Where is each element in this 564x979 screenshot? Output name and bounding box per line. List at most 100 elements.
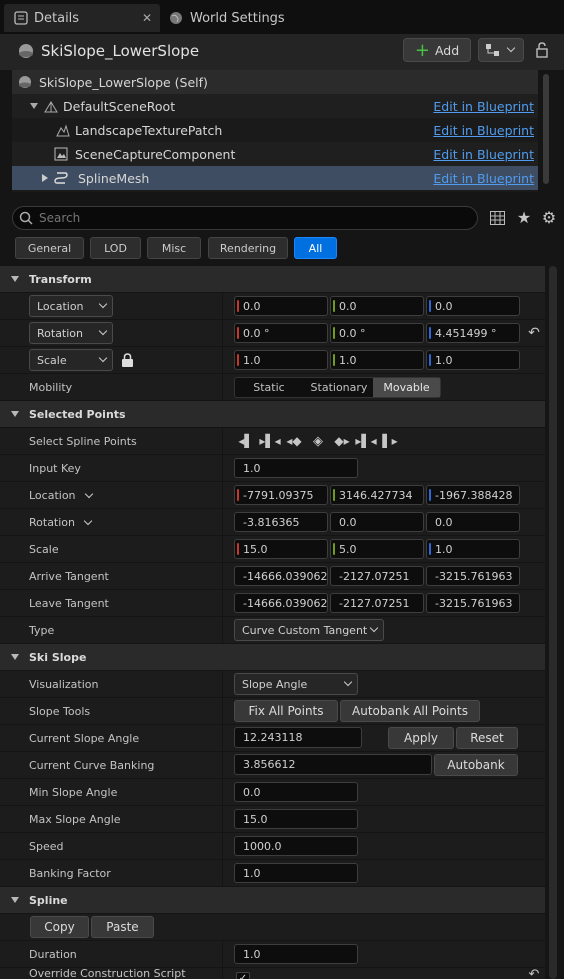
- mobility-stationary[interactable]: Stationary: [305, 378, 373, 397]
- rotation-z-input[interactable]: 4.451499 °: [426, 323, 520, 343]
- filter-misc[interactable]: Misc: [147, 237, 201, 259]
- tree-scrollbar[interactable]: [543, 74, 549, 184]
- lock-icon[interactable]: [121, 353, 134, 367]
- arrive-tangent-x-input[interactable]: -14666.039062: [234, 566, 328, 586]
- filter-general[interactable]: General: [15, 237, 84, 259]
- tree-item-splinemesh[interactable]: SplineMesh Edit in Blueprint: [12, 166, 538, 190]
- duration-field[interactable]: 1.0: [234, 944, 358, 964]
- star-icon[interactable]: ★: [515, 208, 533, 227]
- mobility-movable[interactable]: Movable: [373, 378, 440, 397]
- reset-button[interactable]: Reset: [456, 727, 518, 749]
- tree-item-self[interactable]: SkiSlope_LowerSlope (Self): [12, 70, 538, 94]
- point-type-dropdown[interactable]: Curve Custom Tangent: [234, 619, 384, 641]
- landscape-patch-icon: [56, 124, 70, 137]
- reset-to-default-icon[interactable]: ↶: [526, 324, 542, 342]
- search-input[interactable]: [39, 209, 459, 227]
- rotation-x-input[interactable]: 0.0 °: [234, 323, 328, 343]
- prop-label[interactable]: Rotation: [29, 509, 93, 536]
- leave-tangent-y-input[interactable]: -2127.07251: [330, 593, 424, 613]
- leave-tangent-x-input[interactable]: -14666.039062: [234, 593, 328, 613]
- current-curve-banking-field[interactable]: 3.856612: [234, 754, 432, 775]
- point-scale-y-input[interactable]: 5.0: [330, 539, 424, 559]
- section-transform[interactable]: Transform: [0, 265, 545, 292]
- fix-all-points-button[interactable]: Fix All Points: [234, 700, 338, 722]
- visualization-dropdown[interactable]: Slope Angle: [234, 673, 358, 695]
- tree-item-landscapetexturepatch[interactable]: LandscapeTexturePatch Edit in Blueprint: [12, 118, 538, 142]
- collapse-arrow-icon[interactable]: [11, 897, 19, 903]
- add-next-point-icon[interactable]: ◆▸: [332, 433, 352, 449]
- location-y-input[interactable]: 0.0: [330, 296, 424, 316]
- reset-to-default-icon[interactable]: ↶: [526, 968, 542, 979]
- tree-item-defaultsceneroot[interactable]: DefaultSceneRoot Edit in Blueprint: [12, 94, 538, 118]
- rotation-y-input[interactable]: 0.0 °: [330, 323, 424, 343]
- arrive-tangent-y-input[interactable]: -2127.07251: [330, 566, 424, 586]
- gear-icon[interactable]: ⚙: [540, 208, 558, 227]
- section-spline[interactable]: Spline: [0, 886, 545, 913]
- paste-button[interactable]: Paste: [91, 916, 154, 938]
- section-selected-points[interactable]: Selected Points: [0, 400, 545, 427]
- location-mode-dropdown[interactable]: Location: [29, 295, 113, 317]
- add-button[interactable]: + Add: [403, 38, 471, 62]
- prop-label: Slope Tools: [29, 705, 91, 718]
- autobank-all-points-button[interactable]: Autobank All Points: [340, 700, 480, 722]
- details-scrollbar[interactable]: [549, 266, 557, 979]
- scale-x-input[interactable]: 1.0: [234, 350, 328, 370]
- max-slope-angle-field[interactable]: 15.0: [234, 809, 358, 829]
- edit-in-blueprint-link[interactable]: Edit in Blueprint: [433, 99, 534, 114]
- point-rotation-x-input[interactable]: -3.816365: [234, 512, 328, 532]
- select-first-point-icon[interactable]: ◂▌: [236, 433, 256, 449]
- search-field[interactable]: [12, 206, 478, 230]
- location-z-input[interactable]: 0.0: [426, 296, 520, 316]
- input-key-field[interactable]: 1.0: [234, 458, 358, 478]
- select-all-points-icon[interactable]: ◈: [308, 433, 328, 449]
- collapse-arrow-icon[interactable]: [11, 654, 19, 660]
- point-rotation-z-input[interactable]: 0.0: [426, 512, 520, 532]
- select-last-point-icon[interactable]: ▌▸: [380, 433, 400, 449]
- mobility-static[interactable]: Static: [235, 378, 303, 397]
- scale-mode-dropdown[interactable]: Scale: [29, 349, 113, 371]
- current-slope-angle-field[interactable]: 12.243118: [234, 727, 362, 748]
- collapse-arrow-icon[interactable]: [30, 103, 38, 109]
- blueprint-options-button[interactable]: [478, 38, 524, 62]
- close-icon[interactable]: ✕: [142, 11, 152, 25]
- edit-in-blueprint-link[interactable]: Edit in Blueprint: [433, 123, 534, 138]
- autobank-button[interactable]: Autobank: [434, 754, 518, 776]
- filter-all[interactable]: All: [294, 237, 337, 259]
- point-location-z-input[interactable]: -1967.388428: [426, 485, 520, 505]
- add-prev-point-icon[interactable]: ◂◆: [284, 433, 304, 449]
- select-prev-point-icon[interactable]: ▸▌◂: [259, 433, 280, 449]
- filter-rendering[interactable]: Rendering: [208, 237, 288, 259]
- point-rotation-y-input[interactable]: 0.0: [330, 512, 424, 532]
- point-scale-z-input[interactable]: 1.0: [426, 539, 520, 559]
- scale-z-input[interactable]: 1.0: [426, 350, 520, 370]
- select-next-point-icon[interactable]: ▸▌◂: [355, 433, 376, 449]
- apply-button[interactable]: Apply: [388, 727, 454, 749]
- edit-in-blueprint-link[interactable]: Edit in Blueprint: [433, 147, 534, 162]
- tab-world-settings[interactable]: World Settings: [168, 6, 308, 30]
- point-location-x-input[interactable]: -7791.09375: [234, 485, 328, 505]
- speed-field[interactable]: 1000.0: [234, 836, 358, 856]
- section-ski-slope[interactable]: Ski Slope: [0, 643, 545, 670]
- point-scale-x-input[interactable]: 15.0: [234, 539, 328, 559]
- filter-lod[interactable]: LOD: [90, 237, 141, 259]
- expand-arrow-icon[interactable]: [42, 174, 48, 182]
- table-view-icon[interactable]: [490, 211, 505, 225]
- leave-tangent-z-input[interactable]: -3215.761963: [426, 593, 520, 613]
- tab-world-settings-label: World Settings: [190, 10, 285, 26]
- edit-in-blueprint-link[interactable]: Edit in Blueprint: [433, 171, 534, 186]
- prop-label[interactable]: Location: [29, 482, 94, 509]
- point-location-y-input[interactable]: 3146.427734: [330, 485, 424, 505]
- scale-y-input[interactable]: 1.0: [330, 350, 424, 370]
- collapse-arrow-icon[interactable]: [11, 276, 19, 282]
- tree-item-scenecapturecomponent[interactable]: SceneCaptureComponent Edit in Blueprint: [12, 142, 538, 166]
- override-checkbox[interactable]: ✓: [236, 972, 250, 979]
- rotation-mode-dropdown[interactable]: Rotation: [29, 322, 113, 344]
- tab-details[interactable]: Details ✕: [4, 4, 160, 32]
- min-slope-angle-field[interactable]: 0.0: [234, 782, 358, 802]
- banking-factor-field[interactable]: 1.0: [234, 863, 358, 883]
- arrive-tangent-z-input[interactable]: -3215.761963: [426, 566, 520, 586]
- location-x-input[interactable]: 0.0: [234, 296, 328, 316]
- collapse-arrow-icon[interactable]: [11, 411, 19, 417]
- lock-icon[interactable]: [534, 42, 550, 58]
- copy-button[interactable]: Copy: [30, 916, 89, 938]
